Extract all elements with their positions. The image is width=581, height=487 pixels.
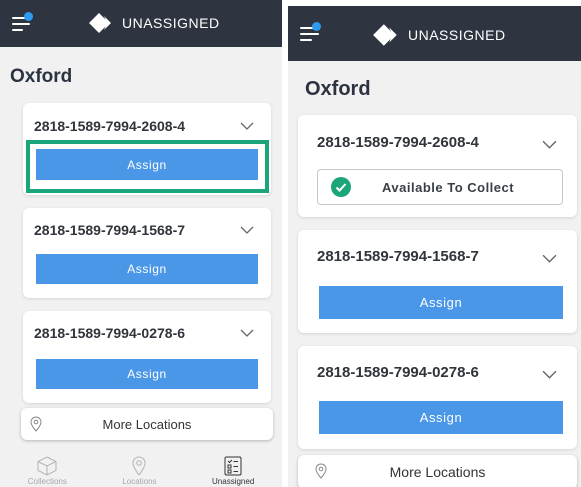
collection-status: Available To Collect bbox=[317, 169, 563, 205]
assign-button[interactable]: Assign bbox=[36, 359, 258, 389]
assign-button[interactable]: Assign bbox=[36, 149, 258, 180]
status-label: Available To Collect bbox=[382, 179, 515, 195]
parcel-card[interactable]: 2818-1589-7994-1568-7 Assign bbox=[298, 230, 577, 333]
chevron-down-icon[interactable] bbox=[240, 329, 254, 337]
menu-icon[interactable] bbox=[300, 22, 322, 43]
more-locations-button[interactable]: More Locations bbox=[21, 408, 273, 440]
more-locations-label: More Locations bbox=[102, 416, 192, 432]
assign-button[interactable]: Assign bbox=[319, 286, 563, 319]
parcel-card-expanded[interactable]: 2818-1589-7994-2608-4 Available To Colle… bbox=[298, 115, 577, 217]
page-title: UNASSIGNED bbox=[408, 27, 506, 43]
logo-icon bbox=[89, 13, 111, 33]
nav-locations-label: Locations bbox=[122, 477, 157, 486]
brand: UNASSIGNED bbox=[372, 23, 506, 47]
check-circle-icon bbox=[331, 177, 351, 197]
more-locations-label: More Locations bbox=[389, 464, 486, 480]
chevron-down-icon[interactable] bbox=[542, 370, 557, 379]
nav-unassigned[interactable]: Unassigned bbox=[212, 455, 254, 486]
nav-collections[interactable]: Collections bbox=[28, 455, 67, 486]
location-title: Oxford bbox=[10, 66, 73, 87]
logo-icon bbox=[373, 24, 397, 46]
assign-button[interactable]: Assign bbox=[36, 254, 258, 284]
parcel-id: 2818-1589-7994-2608-4 bbox=[34, 118, 186, 134]
parcel-card[interactable]: 2818-1589-7994-1568-7 Assign bbox=[23, 208, 271, 298]
assign-button[interactable]: Assign bbox=[319, 401, 563, 434]
parcel-id: 2818-1589-7994-2608-4 bbox=[317, 134, 479, 151]
page-title: UNASSIGNED bbox=[122, 15, 220, 31]
nav-unassigned-label: Unassigned bbox=[212, 477, 255, 486]
checklist-icon bbox=[224, 456, 242, 476]
parcel-id: 2818-1589-7994-1568-7 bbox=[317, 248, 479, 265]
map-pin-icon bbox=[30, 416, 42, 432]
more-locations-button[interactable]: More Locations bbox=[298, 455, 577, 487]
chevron-down-icon[interactable] bbox=[542, 140, 557, 149]
nav-collections-label: Collections bbox=[27, 477, 67, 486]
nav-locations[interactable]: Locations bbox=[122, 455, 157, 486]
parcel-card[interactable]: 2818-1589-7994-0278-6 Assign bbox=[23, 311, 271, 403]
brand: UNASSIGNED bbox=[88, 12, 220, 34]
top-bar: UNASSIGNED bbox=[288, 6, 581, 61]
parcel-id: 2818-1589-7994-0278-6 bbox=[317, 364, 479, 381]
chevron-down-icon[interactable] bbox=[542, 254, 557, 263]
right-screen: UNASSIGNED Oxford 2818-1589-7994-2608-4 … bbox=[288, 6, 581, 487]
parcel-card[interactable]: 2818-1589-7994-0278-6 Assign bbox=[298, 346, 577, 449]
bottom-nav: Collections Locations Unassigned bbox=[0, 448, 282, 486]
menu-icon[interactable] bbox=[12, 12, 34, 33]
parcel-id: 2818-1589-7994-0278-6 bbox=[34, 325, 186, 341]
location-title: Oxford bbox=[305, 78, 371, 100]
parcel-id: 2818-1589-7994-1568-7 bbox=[34, 222, 186, 238]
top-bar: UNASSIGNED bbox=[0, 0, 282, 47]
chevron-down-icon[interactable] bbox=[240, 122, 254, 130]
left-screen: UNASSIGNED Oxford 2818-1589-7994-2608-4 … bbox=[0, 0, 282, 487]
box-icon bbox=[37, 456, 57, 476]
map-pin-icon bbox=[132, 456, 146, 476]
map-pin-icon bbox=[315, 463, 327, 479]
chevron-down-icon[interactable] bbox=[240, 226, 254, 234]
